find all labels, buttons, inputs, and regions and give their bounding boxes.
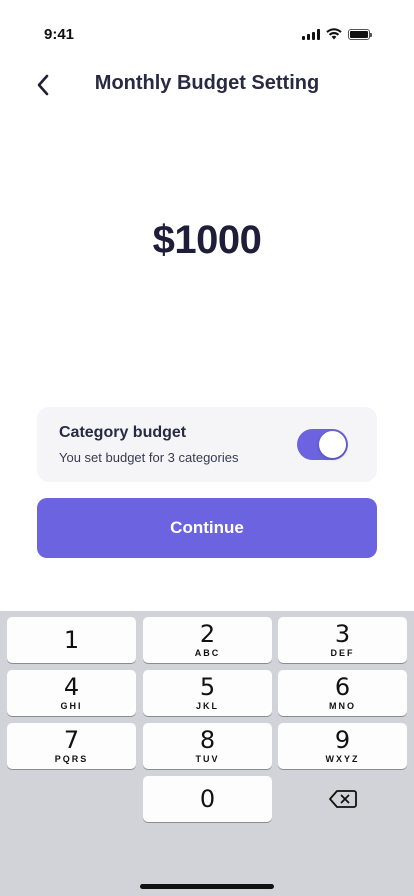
key-number: 8 (199, 726, 216, 754)
key-letters: DEF (330, 648, 355, 658)
key-6[interactable]: 6 MNO (278, 670, 407, 716)
cellular-signal-icon (302, 28, 320, 40)
key-letters: GHI (60, 701, 83, 711)
backspace-button[interactable] (278, 776, 407, 822)
category-budget-toggle[interactable] (297, 429, 348, 460)
toggle-knob (319, 431, 346, 458)
key-1[interactable]: 1 (7, 617, 136, 663)
key-number: 3 (334, 620, 351, 648)
key-number: 0 (199, 785, 216, 813)
header: Monthly Budget Setting (0, 60, 414, 112)
key-number: 1 (63, 626, 80, 654)
key-number: 9 (334, 726, 351, 754)
key-7[interactable]: 7 PQRS (7, 723, 136, 769)
backspace-icon (328, 790, 357, 808)
key-letters: TUV (195, 754, 220, 764)
key-letters: JKL (195, 701, 219, 711)
wifi-icon (326, 28, 342, 40)
category-budget-title: Category budget (59, 424, 187, 441)
key-4[interactable]: 4 GHI (7, 670, 136, 716)
battery-icon (348, 28, 372, 40)
key-3[interactable]: 3 DEF (278, 617, 407, 663)
key-number: 5 (199, 673, 216, 701)
home-indicator (140, 884, 274, 889)
key-9[interactable]: 9 WXYZ (278, 723, 407, 769)
key-5[interactable]: 5 JKL (143, 670, 272, 716)
category-budget-subtitle: You set budget for 3 categories (59, 450, 239, 465)
budget-amount: $1000 (152, 218, 262, 262)
category-budget-card: Category budget You set budget for 3 cat… (37, 407, 377, 482)
key-letters: PQRS (54, 754, 89, 764)
key-letters: ABC (194, 648, 221, 658)
numeric-keypad: 1 2 ABC 3 DEF 4 GHI 5 JKL 6 MNO 7 PQRS 8… (0, 611, 414, 896)
key-letters: MNO (329, 701, 356, 711)
key-2[interactable]: 2 ABC (143, 617, 272, 663)
page-title: Monthly Budget Setting (94, 72, 320, 94)
status-icons (302, 28, 372, 40)
continue-button[interactable]: Continue (37, 498, 377, 558)
key-number: 6 (334, 673, 351, 701)
status-time: 9:41 (44, 26, 75, 43)
key-number: 4 (63, 673, 80, 701)
key-8[interactable]: 8 TUV (143, 723, 272, 769)
key-letters: WXYZ (325, 754, 360, 764)
key-number: 2 (199, 620, 216, 648)
key-0[interactable]: 0 (143, 776, 272, 822)
key-number: 7 (63, 726, 80, 754)
